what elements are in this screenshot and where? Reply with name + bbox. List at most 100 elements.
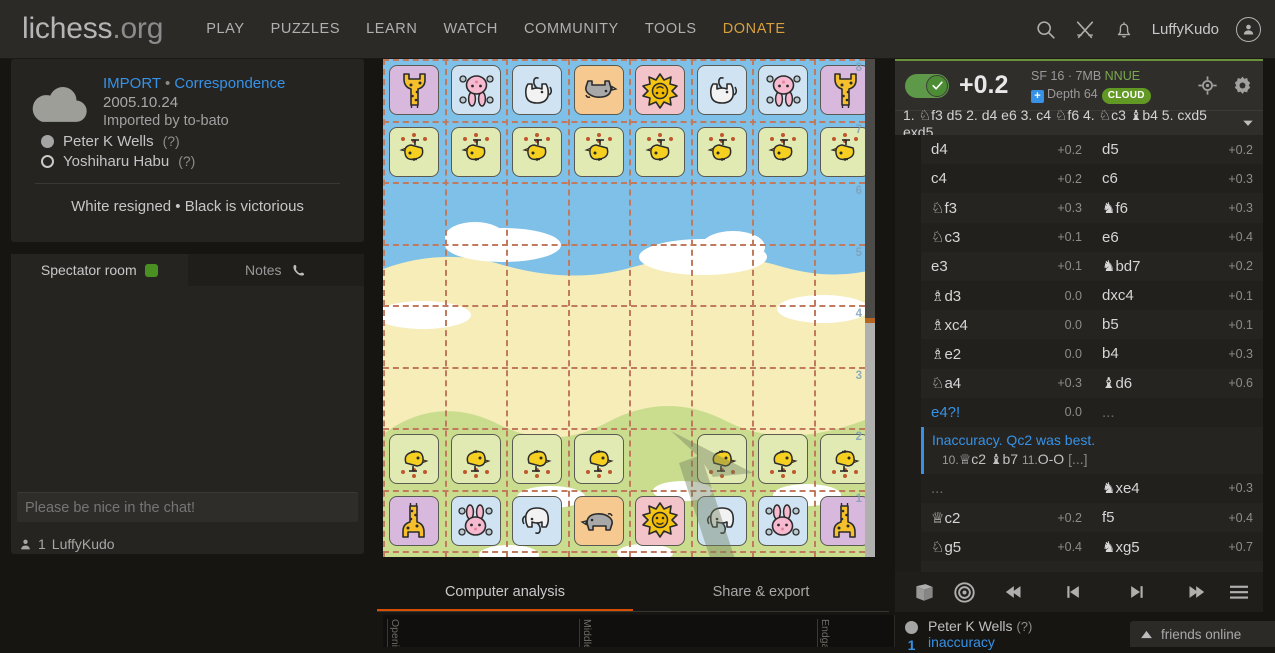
site-logo[interactable]: lichess.org (22, 12, 163, 46)
target-icon[interactable] (1197, 75, 1218, 96)
board-square-f8[interactable] (691, 59, 753, 121)
suggested-line[interactable]: 10.♕c2 ♝b7 11.O-O [...] (932, 451, 1255, 468)
next-move-icon[interactable] (1105, 582, 1170, 602)
move-row[interactable]: 9 ♘a4 +0.3 ♝d6 +0.6 (921, 368, 1263, 398)
white-pawn-piece[interactable] (389, 434, 439, 484)
board-square-c1[interactable] (506, 490, 568, 552)
menu-icon[interactable] (1224, 583, 1253, 601)
white-pawn-piece[interactable] (512, 434, 562, 484)
move-row[interactable]: 7 ♗xc4 0.0 b5 +0.1 (921, 310, 1263, 340)
tab-notes[interactable]: Notes (187, 254, 364, 286)
white-rook-piece[interactable] (389, 495, 439, 546)
white-pawn-piece[interactable] (573, 434, 624, 484)
board-square-d2[interactable] (568, 428, 630, 490)
move-row[interactable]: 10 e4?! 0.0... (921, 397, 1263, 427)
black-player-row[interactable]: Yoshiharu Habu (?) (25, 153, 350, 170)
black-move-cell[interactable]: ♝d6 +0.6 (1092, 374, 1263, 392)
move-list[interactable]: 1 d4 +0.2 d5 +0.2 2 c4 +0.2 c6 +0.3 3 ♘f3 +0.3 ♞f6 +0.… (895, 135, 1263, 572)
board-square-g7[interactable] (752, 121, 814, 183)
board-square-b7[interactable] (445, 121, 507, 183)
black-move-cell[interactable]: ♞f6 +0.3 (1092, 199, 1263, 217)
move-row[interactable]: 5 e3 +0.1 ♞bd7 +0.2 (921, 251, 1263, 281)
white-move-cell[interactable]: d4 +0.2 (921, 141, 1092, 158)
move-row[interactable]: 11 ♕c2 +0.2 f5 +0.4 (921, 503, 1263, 533)
black-king-piece[interactable] (635, 65, 685, 115)
white-move-cell[interactable]: ♘c3 +0.1 (921, 228, 1092, 246)
white-king-piece[interactable] (635, 495, 685, 546)
black-move-cell[interactable]: e6 +0.4 (1092, 229, 1263, 246)
nav-community[interactable]: COMMUNITY (511, 21, 632, 37)
white-move-cell[interactable]: ♕c2 +0.2 (921, 509, 1092, 527)
move-row[interactable]: 1 d4 +0.2 d5 +0.2 (921, 135, 1263, 165)
tab-spectator-room[interactable]: Spectator room (11, 254, 188, 286)
move-row[interactable]: 6 ♗d3 0.0 dxc4 +0.1 (921, 280, 1263, 311)
nav-puzzles[interactable]: PUZZLES (258, 21, 353, 37)
board-square-f1[interactable] (691, 490, 753, 552)
white-pawn-piece[interactable] (819, 434, 870, 484)
black-move-cell[interactable]: ♞xe4 +0.3 (1092, 479, 1263, 497)
avatar[interactable] (1236, 17, 1261, 42)
white-move-cell[interactable]: e4?! 0.0 (921, 404, 1092, 421)
chess-board[interactable]: 8 7 6 5 4 3 2 1 (383, 59, 875, 557)
black-rook-piece[interactable] (819, 65, 870, 115)
opening-book-icon[interactable] (905, 581, 945, 604)
black-knight-piece[interactable] (450, 65, 501, 115)
board-square-e7[interactable] (629, 121, 691, 183)
last-move-icon[interactable] (1169, 582, 1224, 602)
advantage-chart[interactable]: Opening Middlegame Endgame (383, 615, 895, 647)
black-pawn-piece[interactable] (819, 126, 870, 177)
board-square-c7[interactable] (506, 121, 568, 183)
black-move-cell[interactable]: b5 +0.1 (1092, 316, 1263, 333)
black-move-cell[interactable]: ♞bd7 +0.2 (1092, 257, 1263, 275)
white-knight-piece[interactable] (758, 495, 808, 546)
nav-donate[interactable]: DONATE (710, 21, 799, 37)
black-pawn-piece[interactable] (389, 126, 439, 177)
move-row[interactable]: 10... ♞xe4 +0.3 (921, 473, 1263, 504)
black-pawn-piece[interactable] (758, 126, 808, 177)
nav-play[interactable]: PLAY (193, 21, 257, 37)
white-knight-piece[interactable] (450, 495, 501, 546)
board-square-a8[interactable] (383, 59, 445, 121)
tab-computer-analysis[interactable]: Computer analysis (377, 577, 633, 611)
import-label[interactable]: IMPORT (103, 75, 161, 92)
engine-principal-variation[interactable]: 1. ♘f3 d5 2. d4 e6 3. c4 ♘f6 4. ♘c3 ♝b4 … (895, 107, 1263, 140)
white-move-cell[interactable]: e3 +0.1 (921, 258, 1092, 275)
chevron-down-icon[interactable] (1241, 116, 1255, 130)
nav-learn[interactable]: LEARN (353, 21, 430, 37)
friends-online-bar[interactable]: friends online (1130, 621, 1275, 647)
username-label[interactable]: LuffyKudo (1152, 21, 1219, 38)
spectator-name[interactable]: LuffyKudo (52, 536, 115, 552)
white-move-cell[interactable]: ♗d3 0.0 (921, 287, 1092, 305)
bell-notifications-icon[interactable] (1113, 19, 1135, 41)
board-square-b2[interactable] (445, 428, 507, 490)
black-move-cell[interactable]: dxc4 +0.1 (1092, 287, 1263, 304)
chat-input[interactable] (17, 492, 358, 522)
nav-tools[interactable]: TOOLS (632, 21, 710, 37)
black-move-cell[interactable]: f5 +0.4 (1092, 509, 1263, 526)
white-pawn-piece[interactable] (450, 434, 501, 484)
black-queen-piece[interactable] (573, 65, 624, 115)
board-square-e1[interactable] (629, 490, 691, 552)
white-move-cell[interactable]: ♘a4 +0.3 (921, 374, 1092, 392)
board-square-b1[interactable] (445, 490, 507, 552)
white-move-cell[interactable]: ♘g5 +0.4 (921, 538, 1092, 556)
black-pawn-piece[interactable] (573, 126, 624, 177)
board-square-c2[interactable] (506, 428, 568, 490)
black-bishop-piece[interactable] (696, 65, 747, 115)
game-speed[interactable]: Correspondence (174, 75, 285, 92)
board-square-f2[interactable] (691, 428, 753, 490)
black-pawn-piece[interactable] (635, 126, 685, 177)
board-square-d1[interactable] (568, 490, 630, 552)
white-bishop-piece[interactable] (696, 495, 747, 546)
acpl-kind-label[interactable]: inaccuracy (928, 634, 1032, 650)
move-row[interactable]: 8 ♗e2 0.0 b4 +0.3 (921, 339, 1263, 369)
white-bishop-piece[interactable] (512, 495, 562, 546)
board-square-f7[interactable] (691, 121, 753, 183)
nav-watch[interactable]: WATCH (430, 21, 511, 37)
move-row[interactable]: 3 ♘f3 +0.3 ♞f6 +0.3 (921, 193, 1263, 223)
black-pawn-piece[interactable] (512, 126, 562, 177)
board-square-d8[interactable] (568, 59, 630, 121)
black-rook-piece[interactable] (389, 65, 439, 115)
practice-target-icon[interactable] (945, 581, 985, 604)
black-pawn-piece[interactable] (450, 126, 501, 177)
